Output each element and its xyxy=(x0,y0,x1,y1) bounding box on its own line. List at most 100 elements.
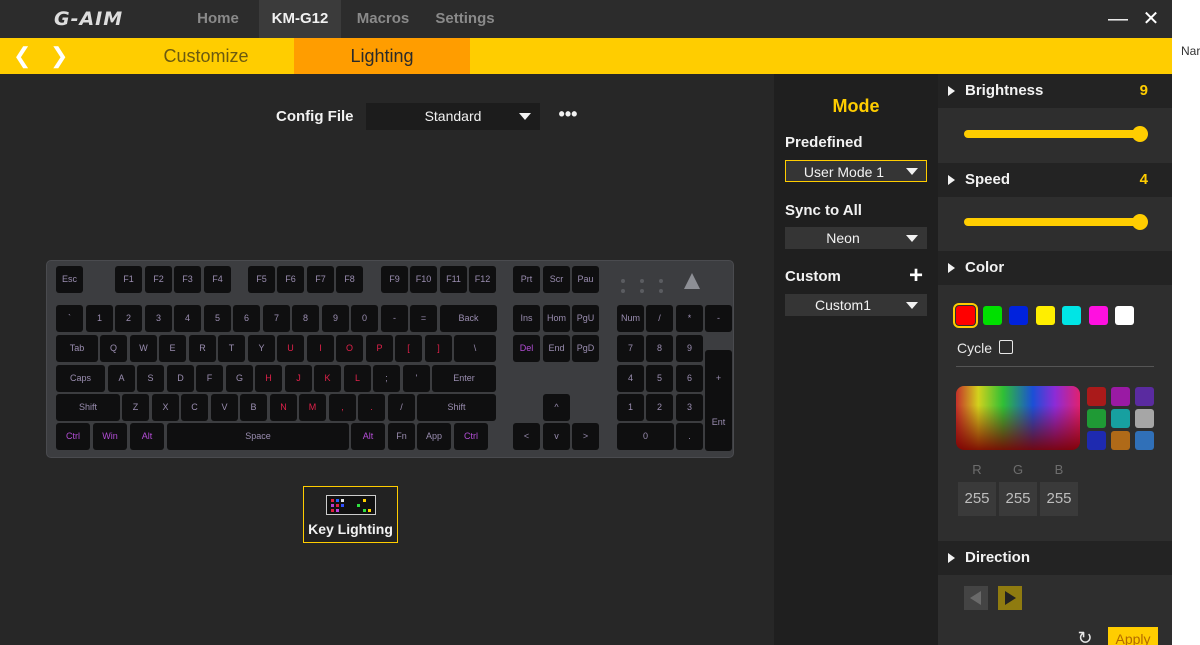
keyboard-key[interactable]: 0 xyxy=(351,305,378,332)
keyboard-key[interactable]: Prt xyxy=(513,266,540,293)
keyboard-key[interactable]: Alt xyxy=(130,423,164,450)
preset-color-swatch[interactable] xyxy=(1111,409,1130,428)
keyboard-key[interactable]: P xyxy=(366,335,393,362)
preset-color-swatch[interactable] xyxy=(1135,387,1154,406)
preset-color-swatch[interactable] xyxy=(1087,431,1106,450)
keyboard-key[interactable]: F2 xyxy=(145,266,172,293)
keyboard-key[interactable]: B xyxy=(240,394,267,421)
keyboard-key[interactable]: U xyxy=(277,335,304,362)
keyboard-key[interactable]: Back xyxy=(440,305,497,332)
keyboard-key[interactable]: - xyxy=(381,305,408,332)
preset-color-swatch[interactable] xyxy=(1135,431,1154,450)
keyboard-key[interactable]: > xyxy=(572,423,599,450)
keyboard-key[interactable]: F9 xyxy=(381,266,408,293)
key-lighting-button[interactable]: Key Lighting xyxy=(303,486,398,543)
keyboard-key[interactable]: O xyxy=(336,335,363,362)
keyboard-key[interactable]: 3 xyxy=(676,394,703,421)
keyboard-key[interactable]: Z xyxy=(122,394,149,421)
keyboard-key[interactable]: A xyxy=(108,365,135,392)
keyboard-key[interactable]: F12 xyxy=(469,266,496,293)
keyboard-key[interactable]: W xyxy=(130,335,157,362)
close-button[interactable]: ✕ xyxy=(1138,6,1164,32)
keyboard-key[interactable]: 2 xyxy=(115,305,142,332)
keyboard-key[interactable]: 5 xyxy=(204,305,231,332)
keyboard-key[interactable]: F10 xyxy=(410,266,437,293)
config-file-select[interactable]: Standard xyxy=(366,103,540,130)
color-spectrum-picker[interactable] xyxy=(956,386,1080,450)
keyboard-key[interactable]: Caps xyxy=(56,365,105,392)
keyboard-key[interactable]: E xyxy=(159,335,186,362)
keyboard-key[interactable]: Alt xyxy=(351,423,385,450)
color-swatch[interactable] xyxy=(1062,306,1081,325)
keyboard-key[interactable]: PgD xyxy=(572,335,599,362)
sync-to-all-select[interactable]: Neon xyxy=(785,227,927,249)
preset-color-swatch[interactable] xyxy=(1111,387,1130,406)
keyboard-key[interactable]: ] xyxy=(425,335,452,362)
keyboard-key[interactable]: 9 xyxy=(676,335,703,362)
keyboard-key[interactable]: . xyxy=(358,394,385,421)
color-swatch[interactable] xyxy=(1035,306,1055,325)
keyboard-key[interactable]: Tab xyxy=(56,335,98,362)
keyboard-key[interactable]: < xyxy=(513,423,540,450)
keyboard-key[interactable]: Q xyxy=(100,335,127,362)
apply-button[interactable]: Apply xyxy=(1108,627,1158,645)
keyboard-key[interactable]: [ xyxy=(395,335,422,362)
keyboard-key[interactable]: ^ xyxy=(543,394,570,421)
slider-knob[interactable] xyxy=(1132,126,1148,142)
preset-color-swatch[interactable] xyxy=(1087,387,1106,406)
keyboard-key[interactable]: 6 xyxy=(676,365,703,392)
more-options-icon[interactable]: ••• xyxy=(556,104,580,128)
keyboard-key[interactable]: F8 xyxy=(336,266,363,293)
preset-color-swatch[interactable] xyxy=(1111,431,1130,450)
keyboard-key[interactable]: 7 xyxy=(617,335,644,362)
keyboard-key[interactable]: = xyxy=(410,305,437,332)
blue-input[interactable]: 255 xyxy=(1040,482,1078,516)
keyboard-key[interactable]: 5 xyxy=(646,365,673,392)
keyboard-key[interactable]: \ xyxy=(454,335,496,362)
keyboard-key[interactable]: D xyxy=(167,365,194,392)
direction-right-button[interactable] xyxy=(998,586,1022,610)
brightness-slider[interactable] xyxy=(964,126,1148,142)
keyboard-key[interactable]: X xyxy=(152,394,179,421)
keyboard-key[interactable]: Y xyxy=(248,335,275,362)
keyboard-key[interactable]: PgU xyxy=(572,305,599,332)
keyboard-key[interactable]: Win xyxy=(93,423,127,450)
keyboard-key[interactable]: Space xyxy=(167,423,349,450)
minimize-button[interactable]: — xyxy=(1105,6,1131,32)
keyboard-key[interactable]: C xyxy=(181,394,208,421)
green-input[interactable]: 255 xyxy=(999,482,1037,516)
keyboard-key[interactable]: ; xyxy=(373,365,400,392)
preset-color-swatch[interactable] xyxy=(1135,409,1154,428)
forward-arrow-icon[interactable]: ❯ xyxy=(50,38,68,74)
keyboard-key[interactable]: T xyxy=(218,335,245,362)
preset-color-swatch[interactable] xyxy=(1087,409,1106,428)
keyboard-key[interactable]: Ent xyxy=(705,394,732,451)
keyboard-key[interactable]: 8 xyxy=(646,335,673,362)
nav-settings[interactable]: Settings xyxy=(426,0,504,38)
tab-lighting[interactable]: Lighting xyxy=(294,38,470,74)
add-custom-icon[interactable]: + xyxy=(909,264,923,288)
keyboard-key[interactable]: L xyxy=(344,365,371,392)
keyboard-key[interactable]: 4 xyxy=(617,365,644,392)
color-swatch[interactable] xyxy=(953,303,978,328)
speed-slider[interactable] xyxy=(964,214,1148,230)
keyboard-key[interactable]: F7 xyxy=(307,266,334,293)
keyboard-key[interactable]: 2 xyxy=(646,394,673,421)
keyboard-key[interactable]: / xyxy=(646,305,673,332)
nav-macros[interactable]: Macros xyxy=(348,0,418,38)
keyboard-key[interactable]: Shift xyxy=(417,394,496,421)
keyboard-key[interactable]: K xyxy=(314,365,341,392)
tab-customize[interactable]: Customize xyxy=(118,38,294,74)
keyboard-key[interactable]: R xyxy=(189,335,216,362)
color-swatch[interactable] xyxy=(1088,306,1108,325)
custom-select[interactable]: Custom1 xyxy=(785,294,927,316)
keyboard-key[interactable]: F3 xyxy=(174,266,201,293)
keyboard-key[interactable]: F11 xyxy=(440,266,467,293)
direction-left-button[interactable] xyxy=(964,586,988,610)
keyboard-key[interactable]: Pau xyxy=(572,266,599,293)
keyboard-key[interactable]: Enter xyxy=(432,365,496,392)
keyboard-key[interactable]: - xyxy=(705,305,732,332)
keyboard-key[interactable]: , xyxy=(329,394,356,421)
keyboard-key[interactable]: * xyxy=(676,305,703,332)
predefined-select[interactable]: User Mode 1 xyxy=(785,160,927,182)
